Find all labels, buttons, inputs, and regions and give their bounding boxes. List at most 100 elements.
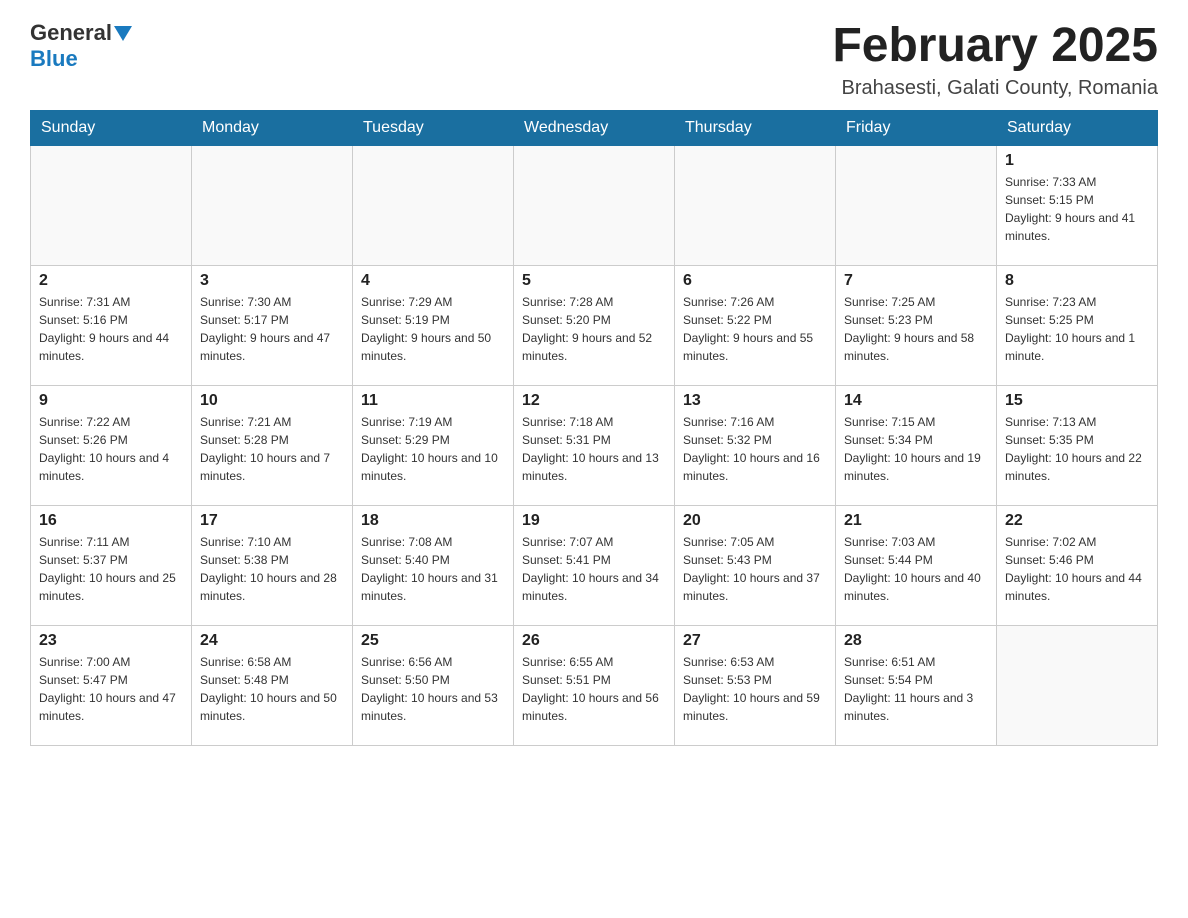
day-info: Sunrise: 7:28 AMSunset: 5:20 PMDaylight:… — [522, 293, 666, 365]
day-info: Sunrise: 7:23 AMSunset: 5:25 PMDaylight:… — [1005, 293, 1149, 365]
day-info: Sunrise: 7:33 AMSunset: 5:15 PMDaylight:… — [1005, 173, 1149, 245]
calendar-cell: 21Sunrise: 7:03 AMSunset: 5:44 PMDayligh… — [836, 505, 997, 625]
calendar-week-5: 23 Sunrise: 7:00 AMSunset: 5:47 PMDayligh… — [31, 625, 1158, 745]
day-info: Sunrise: 7:02 AMSunset: 5:46 PMDaylight:… — [1005, 533, 1149, 605]
calendar-cell: 19 Sunrise: 7:07 AMSunset: 5:41 PMDayligh… — [514, 505, 675, 625]
day-info: Sunrise: 6:58 AMSunset: 5:48 PMDaylight:… — [200, 653, 344, 725]
calendar-cell — [997, 625, 1158, 745]
day-number: 5 — [522, 272, 666, 290]
day-info: Sunrise: 7:21 AMSunset: 5:28 PMDaylight:… — [200, 413, 344, 485]
logo-blue: Blue — [30, 46, 78, 71]
calendar-week-3: 9 Sunrise: 7:22 AMSunset: 5:26 PMDaylight… — [31, 385, 1158, 505]
day-info: Sunrise: 6:53 AMSunset: 5:53 PMDaylight:… — [683, 653, 827, 725]
day-info: Sunrise: 6:55 AMSunset: 5:51 PMDaylight:… — [522, 653, 666, 725]
day-number: 9 — [39, 392, 183, 410]
title-block: February 2025 Brahasesti, Galati County,… — [832, 20, 1158, 100]
logo-general: General — [30, 20, 112, 46]
day-number: 23 — [39, 632, 183, 650]
calendar-cell: 7 Sunrise: 7:25 AMSunset: 5:23 PMDaylight… — [836, 265, 997, 385]
day-number: 22 — [1005, 512, 1149, 530]
day-info: Sunrise: 7:22 AMSunset: 5:26 PMDaylight:… — [39, 413, 183, 485]
day-info: Sunrise: 7:25 AMSunset: 5:23 PMDaylight:… — [844, 293, 988, 365]
calendar-cell: 16 Sunrise: 7:11 AMSunset: 5:37 PMDayligh… — [31, 505, 192, 625]
weekday-header-sunday: Sunday — [31, 110, 192, 145]
calendar-cell: 23 Sunrise: 7:00 AMSunset: 5:47 PMDayligh… — [31, 625, 192, 745]
day-info: Sunrise: 7:07 AMSunset: 5:41 PMDaylight:… — [522, 533, 666, 605]
weekday-header-friday: Friday — [836, 110, 997, 145]
calendar-cell — [836, 145, 997, 265]
weekday-header-saturday: Saturday — [997, 110, 1158, 145]
day-number: 15 — [1005, 392, 1149, 410]
calendar-week-2: 2 Sunrise: 7:31 AMSunset: 5:16 PMDaylight… — [31, 265, 1158, 385]
calendar-week-1: 1 Sunrise: 7:33 AMSunset: 5:15 PMDaylight… — [31, 145, 1158, 265]
day-info: Sunrise: 6:51 AMSunset: 5:54 PMDaylight:… — [844, 653, 988, 725]
calendar-header-row: SundayMondayTuesdayWednesdayThursdayFrid… — [31, 110, 1158, 145]
location-title: Brahasesti, Galati County, Romania — [832, 77, 1158, 100]
day-info: Sunrise: 7:30 AMSunset: 5:17 PMDaylight:… — [200, 293, 344, 365]
calendar-cell: 18Sunrise: 7:08 AMSunset: 5:40 PMDayligh… — [353, 505, 514, 625]
calendar-cell: 3 Sunrise: 7:30 AMSunset: 5:17 PMDaylight… — [192, 265, 353, 385]
day-number: 17 — [200, 512, 344, 530]
calendar-cell: 10 Sunrise: 7:21 AMSunset: 5:28 PMDayligh… — [192, 385, 353, 505]
day-number: 11 — [361, 392, 505, 410]
month-title: February 2025 — [832, 20, 1158, 73]
calendar-cell: 25Sunrise: 6:56 AMSunset: 5:50 PMDayligh… — [353, 625, 514, 745]
day-info: Sunrise: 7:16 AMSunset: 5:32 PMDaylight:… — [683, 413, 827, 485]
calendar-cell: 15 Sunrise: 7:13 AMSunset: 5:35 PMDayligh… — [997, 385, 1158, 505]
calendar-cell: 8Sunrise: 7:23 AMSunset: 5:25 PMDaylight… — [997, 265, 1158, 385]
day-number: 28 — [844, 632, 988, 650]
day-number: 13 — [683, 392, 827, 410]
day-number: 10 — [200, 392, 344, 410]
calendar-cell: 17 Sunrise: 7:10 AMSunset: 5:38 PMDayligh… — [192, 505, 353, 625]
calendar-cell: 20 Sunrise: 7:05 AMSunset: 5:43 PMDayligh… — [675, 505, 836, 625]
day-number: 7 — [844, 272, 988, 290]
calendar-cell: 22 Sunrise: 7:02 AMSunset: 5:46 PMDayligh… — [997, 505, 1158, 625]
day-number: 19 — [522, 512, 666, 530]
weekday-header-tuesday: Tuesday — [353, 110, 514, 145]
day-info: Sunrise: 7:10 AMSunset: 5:38 PMDaylight:… — [200, 533, 344, 605]
day-info: Sunrise: 7:26 AMSunset: 5:22 PMDaylight:… — [683, 293, 827, 365]
day-number: 18 — [361, 512, 505, 530]
calendar-cell: 5 Sunrise: 7:28 AMSunset: 5:20 PMDaylight… — [514, 265, 675, 385]
calendar-cell — [31, 145, 192, 265]
day-info: Sunrise: 7:11 AMSunset: 5:37 PMDaylight:… — [39, 533, 183, 605]
calendar-week-4: 16 Sunrise: 7:11 AMSunset: 5:37 PMDayligh… — [31, 505, 1158, 625]
calendar-cell: 27 Sunrise: 6:53 AMSunset: 5:53 PMDayligh… — [675, 625, 836, 745]
day-number: 6 — [683, 272, 827, 290]
day-number: 2 — [39, 272, 183, 290]
calendar-cell — [353, 145, 514, 265]
day-info: Sunrise: 7:18 AMSunset: 5:31 PMDaylight:… — [522, 413, 666, 485]
day-number: 20 — [683, 512, 827, 530]
day-info: Sunrise: 7:19 AMSunset: 5:29 PMDaylight:… — [361, 413, 505, 485]
page-header: General Blue February 2025 Brahasesti, G… — [30, 20, 1158, 100]
day-number: 14 — [844, 392, 988, 410]
day-info: Sunrise: 7:13 AMSunset: 5:35 PMDaylight:… — [1005, 413, 1149, 485]
day-number: 3 — [200, 272, 344, 290]
calendar-cell: 6 Sunrise: 7:26 AMSunset: 5:22 PMDaylight… — [675, 265, 836, 385]
weekday-header-wednesday: Wednesday — [514, 110, 675, 145]
day-number: 27 — [683, 632, 827, 650]
calendar-cell: 2 Sunrise: 7:31 AMSunset: 5:16 PMDaylight… — [31, 265, 192, 385]
calendar-cell: 28 Sunrise: 6:51 AMSunset: 5:54 PMDayligh… — [836, 625, 997, 745]
logo-triangle-icon — [114, 26, 132, 41]
calendar-cell: 1 Sunrise: 7:33 AMSunset: 5:15 PMDaylight… — [997, 145, 1158, 265]
calendar-table: SundayMondayTuesdayWednesdayThursdayFrid… — [30, 110, 1158, 746]
calendar-cell — [192, 145, 353, 265]
day-info: Sunrise: 6:56 AMSunset: 5:50 PMDaylight:… — [361, 653, 505, 725]
day-info: Sunrise: 7:15 AMSunset: 5:34 PMDaylight:… — [844, 413, 988, 485]
day-number: 1 — [1005, 152, 1149, 170]
logo: General Blue — [30, 20, 132, 72]
day-info: Sunrise: 7:00 AMSunset: 5:47 PMDaylight:… — [39, 653, 183, 725]
day-number: 4 — [361, 272, 505, 290]
day-info: Sunrise: 7:29 AMSunset: 5:19 PMDaylight:… — [361, 293, 505, 365]
day-info: Sunrise: 7:31 AMSunset: 5:16 PMDaylight:… — [39, 293, 183, 365]
calendar-cell: 11 Sunrise: 7:19 AMSunset: 5:29 PMDayligh… — [353, 385, 514, 505]
day-number: 16 — [39, 512, 183, 530]
calendar-cell: 24 Sunrise: 6:58 AMSunset: 5:48 PMDayligh… — [192, 625, 353, 745]
calendar-cell: 26Sunrise: 6:55 AMSunset: 5:51 PMDayligh… — [514, 625, 675, 745]
calendar-cell: 13 Sunrise: 7:16 AMSunset: 5:32 PMDayligh… — [675, 385, 836, 505]
weekday-header-monday: Monday — [192, 110, 353, 145]
day-number: 12 — [522, 392, 666, 410]
day-number: 24 — [200, 632, 344, 650]
day-info: Sunrise: 7:05 AMSunset: 5:43 PMDaylight:… — [683, 533, 827, 605]
